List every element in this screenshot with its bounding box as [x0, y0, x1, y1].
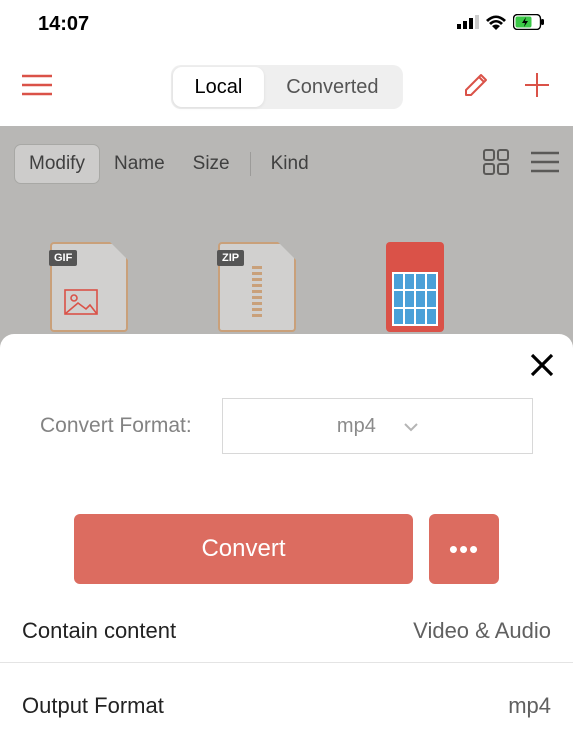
tab-converted[interactable]: Converted	[264, 67, 400, 107]
file-item[interactable]: GIF	[50, 242, 128, 332]
file-item[interactable]	[386, 242, 444, 332]
tab-local[interactable]: Local	[172, 67, 264, 107]
chevron-down-icon	[404, 415, 418, 438]
sort-modify[interactable]: Modify	[14, 144, 100, 184]
zip-icon	[252, 266, 262, 320]
format-value: mp4	[337, 415, 376, 438]
grid-view-icon[interactable]	[483, 149, 509, 180]
meta-label: Contain content	[22, 618, 176, 644]
sort-divider	[250, 152, 251, 176]
sort-name[interactable]: Name	[100, 145, 179, 183]
meta-label: Output Format	[22, 693, 164, 719]
tabs-segmented: Local Converted	[170, 65, 402, 109]
convert-button[interactable]: Convert	[74, 514, 413, 584]
battery-icon	[513, 14, 545, 35]
menu-icon[interactable]	[22, 74, 52, 101]
status-bar: 14:07	[0, 0, 573, 48]
meta-row-output[interactable]: Output Format mp4	[0, 662, 573, 737]
add-icon[interactable]	[523, 71, 551, 104]
meta-row-contain[interactable]: Contain content Video & Audio	[0, 584, 573, 662]
sort-kind[interactable]: Kind	[257, 145, 323, 183]
sort-toolbar: Modify Name Size Kind	[0, 126, 573, 202]
edit-icon[interactable]	[463, 72, 489, 103]
format-label: Convert Format:	[40, 414, 192, 438]
sort-size[interactable]: Size	[179, 145, 244, 183]
format-select[interactable]: mp4	[222, 398, 533, 454]
file-item[interactable]: ZIP	[218, 242, 296, 332]
image-icon	[64, 289, 98, 320]
wifi-icon	[485, 14, 507, 35]
file-badge: GIF	[49, 250, 77, 266]
status-icons	[457, 14, 545, 35]
meta-value: Video & Audio	[413, 618, 551, 644]
status-time: 14:07	[38, 13, 89, 36]
more-button[interactable]: •••	[429, 514, 499, 584]
file-badge: ZIP	[217, 250, 244, 266]
nav-bar: Local Converted	[0, 48, 573, 126]
cellular-icon	[457, 15, 479, 34]
close-icon[interactable]	[529, 352, 555, 383]
list-view-icon[interactable]	[531, 151, 559, 178]
convert-sheet: Convert Format: mp4 Convert ••• Contain …	[0, 334, 573, 751]
meta-value: mp4	[508, 693, 551, 719]
poster-icon	[392, 272, 438, 326]
